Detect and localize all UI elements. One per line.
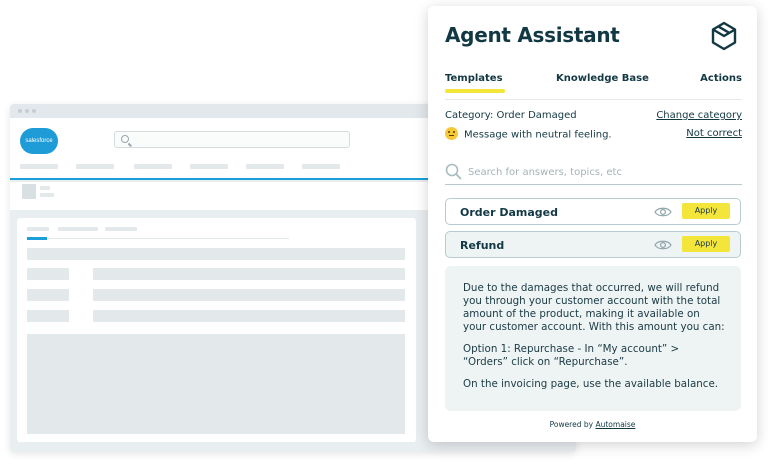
field-value-placeholder [93,289,405,301]
card-tab-placeholder [27,227,49,231]
neutral-face-emoji-icon [445,127,458,140]
panel-title: Agent Assistant [445,23,620,47]
search-icon [445,163,462,180]
field-value-placeholder [93,310,405,322]
card-tab-placeholder [58,227,98,231]
template-item-order-damaged[interactable]: Order Damaged Apply [445,198,741,225]
preview-paragraph: Option 1: Repurchase - In “My account” >… [463,343,680,368]
tab-templates[interactable]: Templates [445,73,505,93]
record-avatar-placeholder [22,184,36,199]
search-placeholder: Search for answers, topics, etc [468,167,622,178]
window-dot [25,109,29,113]
eye-icon[interactable] [654,239,672,251]
record-placeholder [40,186,50,190]
powered-by-footer: Powered by Automaise [428,420,757,429]
template-preview: Due to the damages that occurred, we wil… [445,266,741,411]
automaise-hexagon-logo-icon [711,21,737,51]
field-placeholder [27,248,405,260]
template-label: Refund [460,239,505,252]
not-correct-link[interactable]: Not correct [686,128,742,139]
nav-placeholder [20,164,58,169]
nav-placeholder [246,164,284,169]
apply-button[interactable]: Apply [682,236,730,252]
card-tab-placeholder [105,227,137,231]
content-block-placeholder [27,334,405,434]
knowledge-search-input[interactable]: Search for answers, topics, etc [445,163,742,185]
powered-by-label: Powered by [549,420,594,429]
tab-bar: Templates Knowledge Base Actions [445,70,742,100]
template-label: Order Damaged [460,206,559,219]
preview-paragraph: Due to the damages that occurred, we wil… [463,282,725,333]
stage: salesforce Agent Assistant Templates Kno… [0,0,768,469]
card-divider [27,238,289,239]
category-row: Category: Order Damaged Change category [445,110,742,124]
search-icon [121,135,129,143]
field-label-placeholder [27,268,69,280]
preview-paragraph: On the invoicing page, use the available… [463,378,719,390]
nav-placeholder [134,164,172,169]
template-item-refund[interactable]: Refund Apply [445,231,741,258]
window-dot [18,109,22,113]
field-label-placeholder [27,310,69,322]
salesforce-logo: salesforce [20,128,58,154]
field-value-placeholder [93,268,405,280]
agent-assistant-panel: Agent Assistant Templates Knowledge Base… [428,6,757,442]
sentiment-row: Message with neutral feeling. Not correc… [445,127,742,142]
crm-record-card [17,218,416,442]
tab-knowledge-base[interactable]: Knowledge Base [556,73,649,84]
nav-placeholder [302,164,340,169]
eye-icon[interactable] [654,206,672,218]
window-dot [32,109,36,113]
category-label: Category: Order Damaged [445,110,577,121]
nav-placeholder [76,164,114,169]
field-label-placeholder [27,289,69,301]
nav-placeholder [190,164,228,169]
record-placeholder [40,193,54,197]
crm-search-input[interactable] [114,131,350,148]
apply-button[interactable]: Apply [682,203,730,219]
automaise-link[interactable]: Automaise [595,420,635,429]
card-active-tab-indicator [27,237,47,240]
sentiment-label: Message with neutral feeling. [464,129,612,141]
tab-actions[interactable]: Actions [700,73,742,84]
change-category-link[interactable]: Change category [656,110,742,121]
